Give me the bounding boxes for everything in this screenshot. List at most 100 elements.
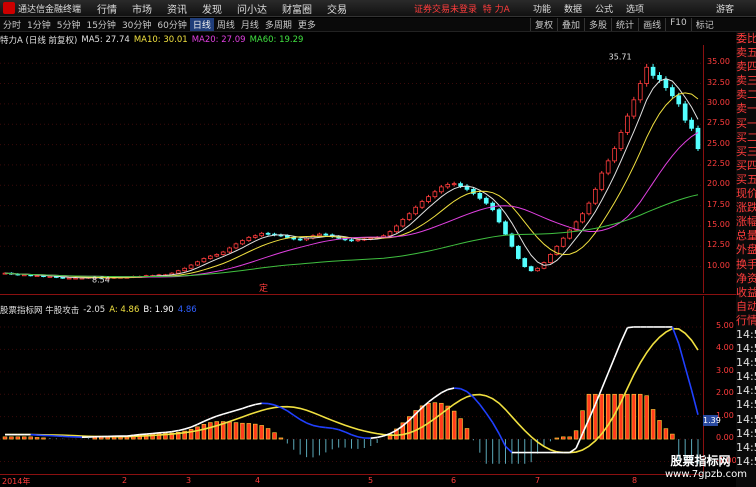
side-panel-item[interactable]: 总量 (736, 229, 756, 243)
candle-body (349, 239, 354, 242)
side-panel-item[interactable]: 14:5 (736, 413, 756, 427)
indicator-line-b (184, 426, 192, 430)
indicator-line-b (338, 428, 346, 433)
tool-fuquan[interactable]: 复权 (530, 18, 557, 31)
menu-shuju[interactable]: 数据 (564, 2, 582, 15)
candle-body (323, 233, 329, 236)
side-panel-item[interactable]: 卖二 (736, 88, 756, 102)
tool-tongji[interactable]: 统计 (611, 18, 638, 31)
indicator-line-b (325, 426, 333, 430)
period-daily[interactable]: 日线 (189, 18, 214, 31)
quote-side-panel[interactable]: 委比 卖五 卖四 卖三 卖二 卖一 买一 买二 买三 买四 买五 现价 涨跌 涨幅 总量 外盘 换手 净资 收益 自动… (736, 32, 756, 487)
period-30min[interactable]: 30分钟 (119, 18, 154, 31)
period-1min[interactable]: 1分钟 (24, 18, 54, 31)
period-15min[interactable]: 15分钟 (83, 18, 118, 31)
menu-hangqing[interactable]: 行情 (97, 1, 117, 16)
side-panel-item[interactable]: 14:5 (736, 398, 756, 412)
tool-duogu[interactable]: 多股 (584, 18, 611, 31)
side-panel-item[interactable]: 行情 (736, 314, 756, 328)
side-panel-item[interactable]: 自动 (736, 300, 756, 314)
side-panel-item[interactable]: 14:5 (736, 441, 756, 455)
period-60min[interactable]: 60分钟 (154, 18, 189, 31)
indicator-line-b (210, 415, 218, 420)
menu-gongshi[interactable]: 公式 (595, 2, 613, 15)
menu-jiaoyi[interactable]: 交易 (327, 1, 347, 16)
indicator-bar (41, 437, 46, 440)
period-monthly[interactable]: 月线 (238, 18, 262, 31)
tool-biaoji[interactable]: 标记 (690, 18, 718, 31)
menu-shichang[interactable]: 市场 (132, 1, 152, 16)
side-panel-item[interactable]: 14:5 (736, 384, 756, 398)
side-panel-item[interactable]: 14:5 (736, 427, 756, 441)
pane-divider[interactable] (0, 294, 736, 295)
side-panel-item[interactable]: 卖一 (736, 102, 756, 116)
menu-zixun[interactable]: 资讯 (167, 1, 187, 16)
side-panel-item[interactable]: 买一 (736, 117, 756, 131)
indicator-bar (246, 423, 252, 440)
menu-wenxiaoda[interactable]: 问小达 (237, 1, 267, 16)
candle-body (34, 275, 40, 278)
candle-body (695, 127, 701, 150)
side-panel-item[interactable]: 涨幅 (736, 215, 756, 229)
side-panel-item[interactable]: 14:5 (736, 342, 756, 356)
side-panel-item[interactable]: 14:5 (736, 356, 756, 370)
indicator-line-b (376, 435, 384, 439)
indicator-line-b (454, 387, 461, 390)
menu-caifuquan[interactable]: 财富圈 (282, 1, 312, 16)
indicator-line-b (133, 433, 140, 437)
candle-body (612, 148, 617, 162)
time-axis: 2014年 2 3 4 5 6 7 8 (0, 474, 703, 487)
candle-body (208, 255, 213, 259)
side-panel-item[interactable]: 现价 (736, 187, 756, 201)
tool-f10[interactable]: F10 (665, 18, 691, 31)
indicator-bar (208, 422, 213, 440)
indicator-bar (670, 433, 675, 440)
tool-diejia[interactable]: 叠加 (557, 18, 584, 31)
period-weekly[interactable]: 周线 (214, 18, 238, 31)
side-panel-item[interactable]: 委比 (736, 32, 756, 46)
watermark-line2: www.7gpzb.com (665, 469, 747, 480)
candle-body (445, 184, 451, 188)
side-panel-item[interactable]: 买四 (736, 159, 756, 173)
low-price-label: 8.54 (92, 276, 110, 285)
indicator-bar (9, 436, 14, 440)
price-tick: 17.50 (707, 199, 730, 209)
tool-huaxian[interactable]: 画线 (638, 18, 665, 31)
side-panel-item[interactable]: 买三 (736, 145, 756, 159)
indicator-chart[interactable] (0, 296, 703, 472)
watermark-line1: 股票指标网 (670, 454, 731, 468)
candle-body (387, 231, 393, 237)
indicator-bar (638, 393, 643, 440)
side-panel-item[interactable]: 涨跌 (736, 201, 756, 215)
menu-faxian[interactable]: 发现 (202, 1, 222, 16)
indicator-line-b (498, 433, 507, 447)
side-panel-item[interactable]: 14:5 (736, 455, 756, 469)
side-panel-item[interactable]: 卖五 (736, 46, 756, 60)
menu-xuanxiang[interactable]: 选项 (626, 2, 644, 15)
side-panel-item[interactable]: 净资 (736, 272, 756, 286)
indicator-line-b (690, 389, 699, 415)
period-multi[interactable]: 多周期 (262, 18, 295, 31)
period-fenshi[interactable]: 分时 (0, 18, 24, 31)
candlestick-chart[interactable]: 35.71 8.54 定 (0, 45, 703, 293)
side-panel-item[interactable]: 14:5 (736, 370, 756, 384)
side-panel-item[interactable]: 外盘 (736, 243, 756, 257)
indicator-line-b (504, 445, 513, 454)
price-tick: 15.00 (707, 219, 730, 229)
side-panel-item[interactable]: 卖四 (736, 60, 756, 74)
side-panel-item[interactable]: 买五 (736, 173, 756, 187)
side-panel-item[interactable]: 买二 (736, 131, 756, 145)
indicator-value-badge: 1.39 (703, 415, 721, 426)
candle-body (317, 233, 322, 237)
period-5min[interactable]: 5分钟 (54, 18, 84, 31)
menu-gongneng[interactable]: 功能 (533, 2, 551, 15)
side-panel-item[interactable]: 14:5 (736, 328, 756, 342)
guest-label[interactable]: 游客 (716, 2, 734, 15)
side-panel-item[interactable]: 卖三 (736, 74, 756, 88)
login-notice[interactable]: 证券交易未登录 特 力A (414, 2, 510, 15)
period-more[interactable]: 更多 (295, 18, 319, 31)
indicator-bar (644, 395, 649, 440)
candle-body (689, 119, 694, 129)
side-panel-item[interactable]: 换手 (736, 258, 756, 272)
side-panel-item[interactable]: 收益 (736, 286, 756, 300)
